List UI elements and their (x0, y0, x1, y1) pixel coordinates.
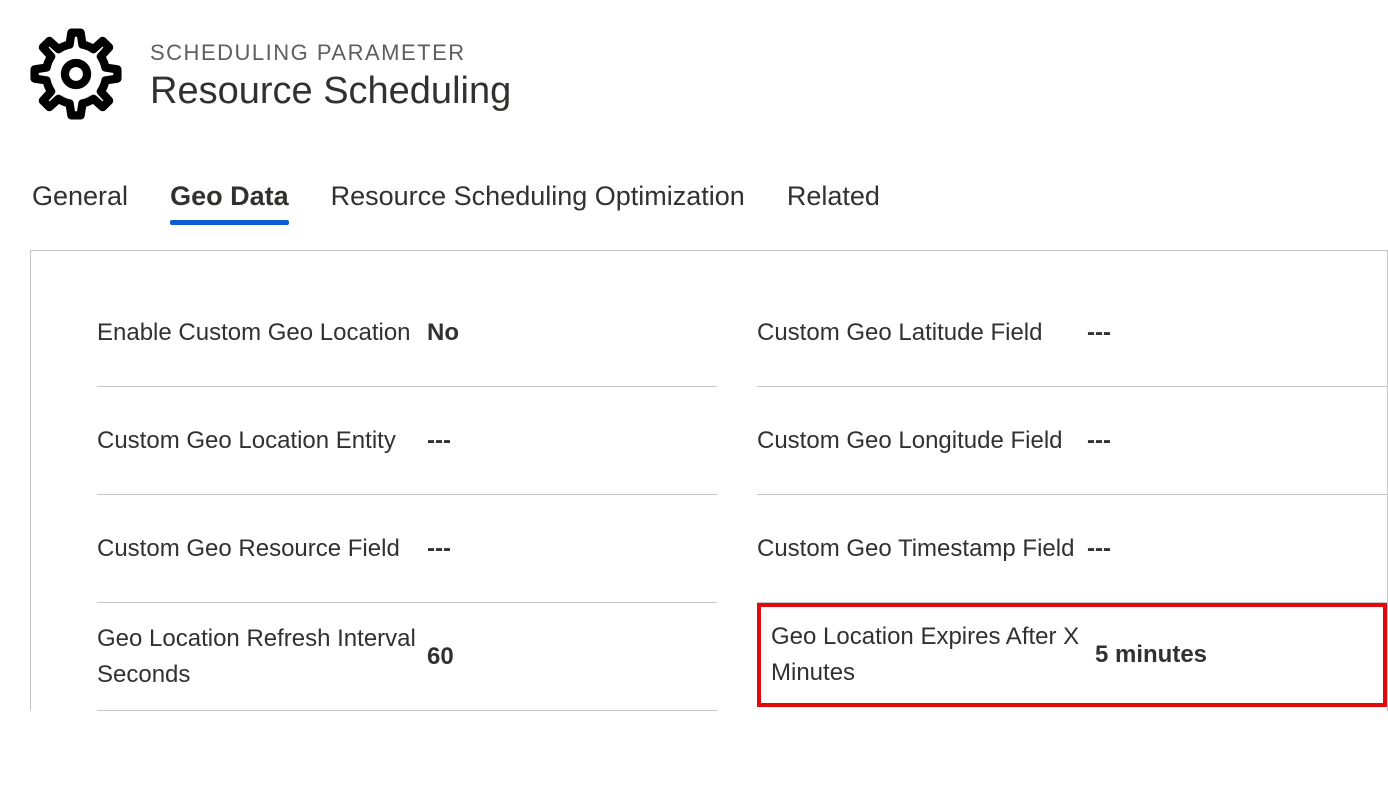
field-custom-geo-resource-field[interactable]: Custom Geo Resource Field --- (97, 495, 717, 603)
column-right: Custom Geo Latitude Field --- Custom Geo… (757, 279, 1387, 711)
field-label: Custom Geo Latitude Field (757, 315, 1087, 351)
gear-icon (30, 28, 122, 125)
field-value: No (427, 319, 459, 347)
tab-geo-data[interactable]: Geo Data (170, 181, 289, 220)
field-label: Custom Geo Longitude Field (757, 423, 1087, 459)
form-columns: Enable Custom Geo Location No Custom Geo… (31, 279, 1387, 711)
field-value: --- (1087, 535, 1111, 563)
field-enable-custom-geo-location[interactable]: Enable Custom Geo Location No (97, 279, 717, 387)
column-left: Enable Custom Geo Location No Custom Geo… (97, 279, 717, 711)
field-label: Custom Geo Timestamp Field (757, 531, 1087, 567)
tab-related[interactable]: Related (787, 181, 880, 220)
field-label: Enable Custom Geo Location (97, 315, 427, 351)
field-value: --- (427, 427, 451, 455)
tab-general[interactable]: General (32, 181, 128, 220)
field-label: Custom Geo Resource Field (97, 531, 427, 567)
tab-bar: General Geo Data Resource Scheduling Opt… (30, 181, 1388, 220)
form-panel: Enable Custom Geo Location No Custom Geo… (30, 250, 1388, 711)
page-title: Resource Scheduling (150, 70, 511, 113)
field-value: 60 (427, 643, 454, 671)
field-geo-location-refresh-interval[interactable]: Geo Location Refresh Interval Seconds 60 (97, 603, 717, 711)
field-value: --- (427, 535, 451, 563)
field-label: Geo Location Expires After X Minutes (771, 619, 1095, 691)
field-custom-geo-location-entity[interactable]: Custom Geo Location Entity --- (97, 387, 717, 495)
entity-type-label: SCHEDULING PARAMETER (150, 40, 511, 66)
field-custom-geo-timestamp-field[interactable]: Custom Geo Timestamp Field --- (757, 495, 1387, 603)
field-geo-location-expires[interactable]: Geo Location Expires After X Minutes 5 m… (757, 603, 1387, 707)
header-text: SCHEDULING PARAMETER Resource Scheduling (150, 40, 511, 113)
field-value: 5 minutes (1095, 641, 1207, 669)
field-label: Geo Location Refresh Interval Seconds (97, 621, 427, 693)
tab-rso[interactable]: Resource Scheduling Optimization (331, 181, 745, 220)
page-header: SCHEDULING PARAMETER Resource Scheduling (30, 28, 1388, 125)
field-custom-geo-longitude-field[interactable]: Custom Geo Longitude Field --- (757, 387, 1387, 495)
field-label: Custom Geo Location Entity (97, 423, 427, 459)
field-value: --- (1087, 427, 1111, 455)
field-value: --- (1087, 319, 1111, 347)
field-custom-geo-latitude-field[interactable]: Custom Geo Latitude Field --- (757, 279, 1387, 387)
